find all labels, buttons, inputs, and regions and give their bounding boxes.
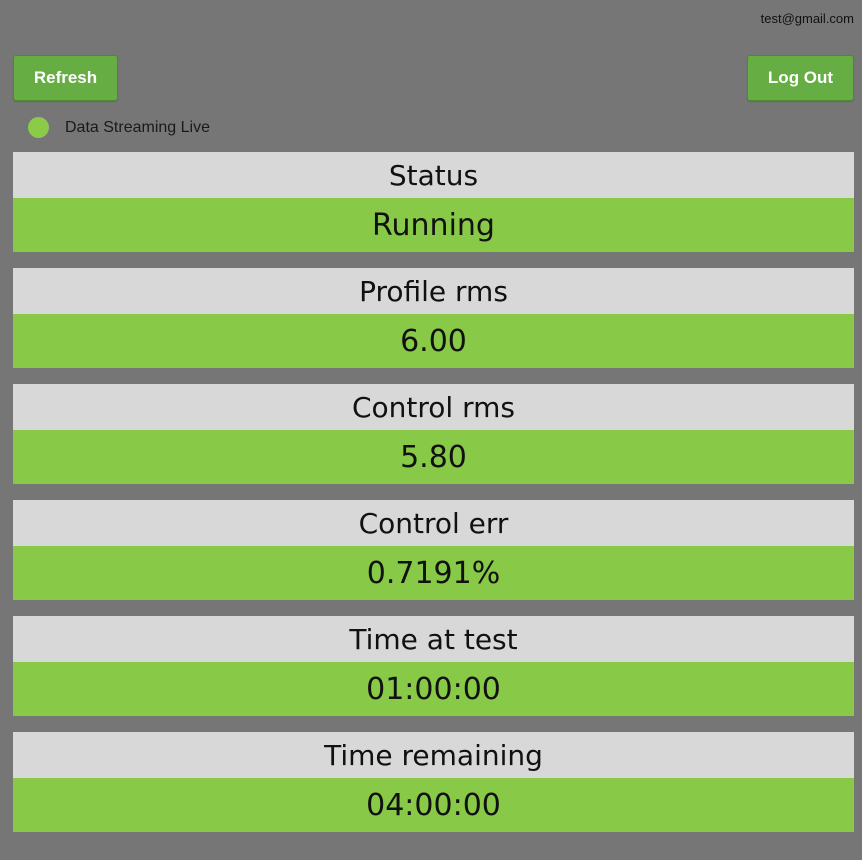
metric-value: 01:00:00	[13, 662, 854, 716]
metric-title: Time remaining	[13, 732, 854, 778]
metric-value: 0.7191%	[13, 546, 854, 600]
streaming-label: Data Streaming Live	[65, 118, 210, 136]
live-status-dot-icon	[28, 117, 49, 138]
streaming-indicator: Data Streaming Live	[28, 117, 210, 138]
metric-title: Control rms	[13, 384, 854, 430]
metric-title: Time at test	[13, 616, 854, 662]
metric-time-remaining: Time remaining 04:00:00	[13, 732, 854, 832]
metric-value: 04:00:00	[13, 778, 854, 832]
logout-button[interactable]: Log Out	[747, 55, 854, 101]
metric-title: Status	[13, 152, 854, 198]
metric-value: Running	[13, 198, 854, 252]
metric-title: Profile rms	[13, 268, 854, 314]
refresh-button[interactable]: Refresh	[13, 55, 118, 101]
user-email: test@gmail.com	[760, 11, 854, 26]
metric-control-err: Control err 0.7191%	[13, 500, 854, 600]
metric-control-rms: Control rms 5.80	[13, 384, 854, 484]
metric-profile-rms: Profile rms 6.00	[13, 268, 854, 368]
metric-value: 6.00	[13, 314, 854, 368]
metrics-panel: Status Running Profile rms 6.00 Control …	[13, 152, 854, 848]
metric-value: 5.80	[13, 430, 854, 484]
metric-status: Status Running	[13, 152, 854, 252]
metric-time-at-test: Time at test 01:00:00	[13, 616, 854, 716]
metric-title: Control err	[13, 500, 854, 546]
